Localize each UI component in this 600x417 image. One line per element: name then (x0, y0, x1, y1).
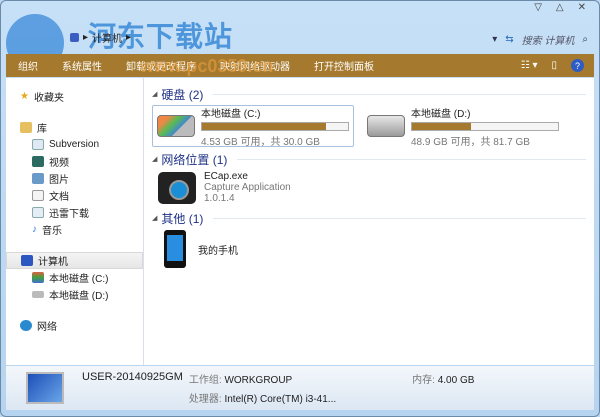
collapse-icon[interactable]: ◢ (152, 90, 157, 98)
organize-button[interactable]: 组织 (6, 58, 50, 73)
close-button[interactable]: ✕ (578, 2, 586, 13)
computer-name: USER-20140925GM (82, 371, 183, 383)
search-icon[interactable]: ⌕ (582, 34, 588, 45)
group-header-other[interactable]: ◢ 其他 (1) (152, 210, 586, 226)
command-bar: 组织 系统属性 卸载或更改程序 映射网络驱动器 打开控制面板 ☷ ▾ ▯ ? (6, 54, 594, 77)
computer-icon (26, 372, 64, 404)
drive-name: 本地磁盘 (D:) (411, 108, 471, 120)
memory-label: 内存: (412, 375, 435, 386)
sidebar-item-drive-d[interactable]: 本地磁盘 (D:) (6, 286, 143, 303)
collapse-icon[interactable]: ◢ (152, 214, 157, 222)
refresh-icon[interactable]: ⇆ (505, 34, 513, 45)
collapse-icon[interactable]: ◢ (152, 155, 157, 163)
computer-icon (21, 255, 33, 266)
sidebar-item-thunder-downloads[interactable]: 迅雷下载 (6, 204, 143, 221)
content-pane: ◢ 硬盘 (2) 本地磁盘 (C:) 4.53 GB 可用，共 30.0 GB 本… (144, 78, 594, 365)
system-properties-button[interactable]: 系统属性 (50, 58, 114, 73)
drive-c[interactable]: 本地磁盘 (C:) 4.53 GB 可用，共 30.0 GB (152, 105, 354, 148)
navigation-pane: ★ 收藏夹 库 Subversion 视频 图片 文档 迅雷下载 ♪ 音乐 计算机 … (6, 78, 144, 365)
sidebar-item-music[interactable]: ♪ 音乐 (6, 221, 143, 238)
preview-pane-icon[interactable]: ▯ (551, 60, 557, 71)
usage-bar (411, 121, 559, 131)
usage-bar (201, 121, 349, 131)
breadcrumb-computer[interactable]: 计算机 (92, 30, 122, 45)
sidebar-item-pictures[interactable]: 图片 (6, 170, 143, 187)
drive-icon (367, 115, 405, 137)
system-drive-icon (32, 272, 44, 283)
library-icon (32, 139, 44, 150)
workgroup-label: 工作组: (188, 375, 222, 386)
address-bar[interactable]: ▸ 计算机 ▸ (70, 30, 131, 45)
sidebar-item-subversion[interactable]: Subversion (6, 136, 143, 153)
item-description: Capture Application (204, 182, 291, 193)
camera-icon (158, 171, 196, 204)
sidebar-item-libraries[interactable]: 库 (6, 119, 143, 136)
cpu-label: 处理器: (188, 394, 222, 405)
open-control-panel-button[interactable]: 打开控制面板 (302, 58, 386, 73)
drive-space: 4.53 GB 可用，共 30.0 GB (201, 136, 320, 148)
details-pane: USER-20140925GM 工作组: WORKGROUP 内存: 4.00 … (6, 366, 594, 410)
change-view-icon[interactable]: ☷ ▾ (521, 60, 538, 71)
music-icon: ♪ (32, 224, 37, 235)
breadcrumb-separator: ▸ (126, 32, 132, 43)
minimize-button[interactable]: ▽ (534, 2, 542, 13)
computer-icon (70, 33, 79, 42)
memory-value: 4.00 GB (437, 375, 475, 386)
item-version: 1.0.1.4 (204, 193, 235, 204)
drive-space: 48.9 GB 可用，共 81.7 GB (411, 136, 530, 148)
system-drive-icon (157, 115, 195, 137)
video-icon (32, 156, 44, 167)
sidebar-item-favorites[interactable]: ★ 收藏夹 (6, 88, 143, 105)
window-controls: ▽ △ ✕ (534, 2, 586, 13)
help-icon[interactable]: ? (571, 59, 584, 72)
sidebar-item-videos[interactable]: 视频 (6, 153, 143, 170)
search-input[interactable]: 搜索 计算机 (522, 32, 575, 47)
group-header-network[interactable]: ◢ 网络位置 (1) (152, 151, 586, 167)
sidebar-item-network[interactable]: 网络 (6, 317, 143, 334)
document-icon (32, 190, 44, 201)
maximize-button[interactable]: △ (556, 2, 564, 13)
address-dropdown-icon[interactable]: ▾ (492, 34, 497, 45)
ecap-item[interactable]: ECap.exe Capture Application 1.0.1.4 (158, 171, 586, 204)
phone-icon (164, 230, 186, 268)
network-icon (20, 320, 32, 331)
drive-name: 本地磁盘 (C:) (201, 108, 261, 120)
phone-item[interactable]: 我的手机 (158, 230, 586, 268)
library-folder-icon (20, 122, 32, 133)
watermark-url: www.pc0359.cn (140, 56, 274, 76)
cpu-value: Intel(R) Core(TM) i3-41... (224, 394, 337, 405)
star-icon: ★ (20, 91, 29, 102)
sidebar-item-drive-c[interactable]: 本地磁盘 (C:) (6, 269, 143, 286)
sidebar-item-computer[interactable]: 计算机 (6, 252, 143, 269)
library-icon (32, 207, 44, 218)
drive-icon (32, 291, 44, 298)
item-name: 我的手机 (198, 245, 238, 257)
workgroup-value: WORKGROUP (224, 375, 293, 386)
sidebar-item-documents[interactable]: 文档 (6, 187, 143, 204)
item-name: ECap.exe (204, 171, 248, 182)
breadcrumb-separator: ▸ (83, 32, 89, 43)
group-header-hdd[interactable]: ◢ 硬盘 (2) (152, 86, 586, 102)
picture-icon (32, 173, 44, 184)
drive-d[interactable]: 本地磁盘 (D:) 48.9 GB 可用，共 81.7 GB (362, 105, 564, 148)
